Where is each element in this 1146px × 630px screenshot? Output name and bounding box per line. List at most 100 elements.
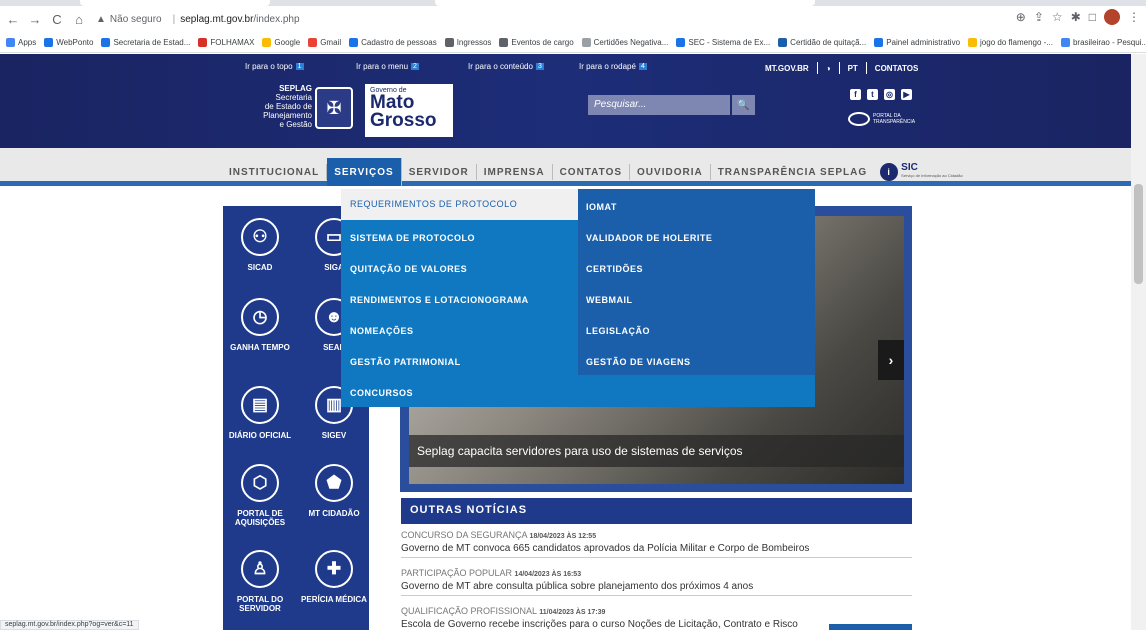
- contacts-link[interactable]: CONTATOS: [875, 64, 919, 73]
- search-input[interactable]: Pesquisar...: [588, 95, 730, 115]
- news-title[interactable]: Governo de MT abre consulta pública sobr…: [401, 581, 912, 596]
- search-button[interactable]: 🔍: [731, 95, 755, 115]
- zoom-icon[interactable]: ⊕: [1016, 10, 1026, 24]
- reload-icon[interactable]: C: [48, 11, 66, 29]
- social-links: f t ◎ ▶: [850, 89, 912, 100]
- menu-item-gestao-patrimonial[interactable]: GESTÃO PATRIMONIAL: [350, 357, 461, 367]
- person-icon: ♙: [241, 550, 279, 588]
- slider-caption[interactable]: Seplag capacita servidores para uso de s…: [409, 435, 904, 467]
- quick-link-portal-servidor[interactable]: ♙ PORTAL DO SERVIDOR: [225, 550, 295, 613]
- menu-item-legislacao[interactable]: LEGISLAÇÃO: [586, 326, 650, 336]
- star-icon[interactable]: ☆: [1052, 10, 1063, 24]
- scrollbar-thumb[interactable]: [1134, 184, 1143, 284]
- facebook-icon[interactable]: f: [850, 89, 861, 100]
- menu-item-nomeacoes[interactable]: NOMEAÇÕES: [350, 326, 414, 336]
- menu-item-webmail[interactable]: WEBMAIL: [586, 295, 633, 305]
- news-category: CONCURSO DA SEGURANÇA: [401, 530, 528, 540]
- skip-link-content[interactable]: Ir para o conteúdo 3: [468, 62, 544, 71]
- nav-servidor[interactable]: SERVIDOR: [402, 164, 477, 180]
- contrast-icon[interactable]: ◑: [826, 64, 831, 73]
- nav-institucional[interactable]: INSTITUCIONAL: [222, 164, 328, 180]
- seplag-title[interactable]: SEPLAG Secretaria de Estado de Planejame…: [240, 84, 312, 129]
- bookmark-item[interactable]: Secretaria de Estad...: [101, 38, 190, 47]
- mtgov-link[interactable]: MT.GOV.BR: [765, 64, 809, 73]
- quick-link-mt-cidadao[interactable]: ⬟ MT CIDADÃO: [299, 464, 369, 518]
- nav-imprensa[interactable]: IMPRENSA: [477, 164, 553, 180]
- quick-link-sicad[interactable]: ⚇ SICAD: [225, 218, 295, 272]
- nav-contatos[interactable]: CONTATOS: [553, 164, 631, 180]
- quick-link-ganha-tempo[interactable]: ◷ GANHA TEMPO: [225, 298, 295, 352]
- news-date: 18/04/2023 ÀS 12:55: [529, 533, 597, 540]
- doctor-icon: ✚: [315, 550, 353, 588]
- news-title[interactable]: Governo de MT convoca 665 candidatos apr…: [401, 543, 912, 558]
- menu-icon[interactable]: ⋮: [1128, 10, 1140, 24]
- divider: [838, 62, 840, 74]
- menu-item-iomat[interactable]: IOMAT: [586, 202, 617, 212]
- menu-item-quitacao[interactable]: QUITAÇÃO DE VALORES: [350, 264, 467, 274]
- other-news-heading: OUTRAS NOTÍCIAS: [401, 498, 912, 524]
- bookmark-item[interactable]: Apps: [6, 38, 36, 47]
- quick-link-pericia-medica[interactable]: ✚ PERÍCIA MÉDICA: [299, 550, 369, 604]
- status-bar-url: seplag.mt.gov.br/index.php?og=ver&c=11: [0, 620, 139, 630]
- bookmark-item[interactable]: Ingressos: [444, 38, 491, 47]
- nav-servicos[interactable]: SERVIÇOS: [327, 158, 402, 186]
- back-icon[interactable]: ←: [4, 11, 22, 29]
- portal-transparencia[interactable]: PORTAL DA TRANSPARÊNCIA: [848, 112, 915, 126]
- menu-item-rendimentos[interactable]: RENDIMENTOS E LOTACIONOGRAMA: [350, 295, 529, 305]
- profile-avatar[interactable]: [1104, 9, 1120, 25]
- security-label: Não seguro: [109, 14, 162, 25]
- extensions-icon[interactable]: ✱: [1071, 10, 1081, 24]
- bookmark-item[interactable]: Eventos de cargo: [499, 38, 574, 47]
- url-path: /index.php: [253, 14, 300, 25]
- eye-icon: [848, 112, 870, 126]
- bookmark-item[interactable]: FOLHAMAX: [198, 38, 254, 47]
- bookmark-item[interactable]: SEC - Sistema de Ex...: [676, 38, 770, 47]
- menu-item-concursos[interactable]: CONCURSOS: [350, 388, 413, 398]
- url-host: seplag.mt.gov.br: [180, 14, 254, 25]
- slider-next-button[interactable]: ›: [878, 340, 904, 380]
- menu-item-requerimentos[interactable]: REQUERIMENTOS DE PROTOCOLO: [341, 189, 578, 220]
- sidepanel-icon[interactable]: □: [1089, 10, 1096, 24]
- sic-link[interactable]: i SIC Serviço de Informação ao Cidadão: [874, 163, 963, 181]
- main-nav: INSTITUCIONAL SERVIÇOS SERVIDOR IMPRENSA…: [0, 148, 1131, 186]
- skip-link-footer[interactable]: Ir para o rodapé 4: [579, 62, 647, 71]
- menu-item-certidoes[interactable]: CERTIDÕES: [586, 264, 643, 274]
- nav-ouvidoria[interactable]: OUVIDORIA: [630, 164, 711, 180]
- bookmark-item[interactable]: Google: [262, 38, 300, 47]
- bookmark-item[interactable]: Certidão de quitaçã...: [778, 38, 866, 47]
- bookmark-item[interactable]: Certidões Negativa...: [581, 38, 668, 47]
- page-scrollbar[interactable]: [1131, 54, 1146, 630]
- bookmark-item[interactable]: WebPonto: [44, 38, 93, 47]
- menu-item-validador-holerite[interactable]: VALIDADOR DE HOLERITE: [586, 233, 712, 243]
- menu-item-sistema-protocolo[interactable]: SISTEMA DE PROTOCOLO: [350, 233, 475, 243]
- instagram-icon[interactable]: ◎: [884, 89, 895, 100]
- more-news-button[interactable]: [829, 624, 912, 630]
- bookmark-item[interactable]: Painel administrativo: [874, 38, 960, 47]
- home-icon[interactable]: ⌂: [70, 11, 88, 29]
- quick-link-diario-oficial[interactable]: ▤ DIÁRIO OFICIAL: [225, 386, 295, 440]
- news-item[interactable]: CONCURSO DA SEGURANÇA 18/04/2023 ÀS 12:5…: [401, 530, 912, 558]
- bookmark-item[interactable]: Gmail: [308, 38, 341, 47]
- site-header: Ir para o topo 1 Ir para o menu 2 Ir para …: [0, 54, 1131, 148]
- search-icon: 🔍: [737, 99, 750, 111]
- address-bar[interactable]: ▲ Não seguro | seplag.mt.gov.br /index.p…: [96, 10, 300, 30]
- newspaper-icon: ▤: [241, 386, 279, 424]
- bookmark-item[interactable]: brasileirao - Pesqui...: [1060, 38, 1146, 47]
- youtube-icon[interactable]: ▶: [901, 89, 912, 100]
- news-item[interactable]: PARTICIPAÇÃO POPULAR 14/04/2023 ÀS 16:53…: [401, 568, 912, 596]
- sic-sublabel: Serviço de Informação ao Cidadão: [901, 173, 963, 178]
- nav-transparencia[interactable]: TRANSPARÊNCIA SEPLAG: [711, 164, 874, 180]
- skip-link-top[interactable]: Ir para o topo 1: [245, 62, 304, 71]
- language-link[interactable]: PT: [848, 64, 858, 73]
- menu-item-gestao-viagens[interactable]: GESTÃO DE VIAGENS: [586, 357, 691, 367]
- clock-icon: ◷: [241, 298, 279, 336]
- share-icon[interactable]: ⇪: [1034, 10, 1044, 24]
- forward-icon[interactable]: →: [26, 11, 44, 29]
- bookmark-item[interactable]: jogo do flamengo -...: [968, 38, 1053, 47]
- news-date: 11/04/2023 ÀS 17:39: [539, 609, 606, 616]
- bookmark-item[interactable]: Cadastro de pessoas: [349, 38, 437, 47]
- mato-grosso-logo[interactable]: Governo de Mato Grosso: [365, 84, 453, 137]
- twitter-icon[interactable]: t: [867, 89, 878, 100]
- skip-link-menu[interactable]: Ir para o menu 2: [356, 62, 419, 71]
- quick-link-portal-aquisicoes[interactable]: ⬡ PORTAL DE AQUISIÇÕES: [225, 464, 295, 527]
